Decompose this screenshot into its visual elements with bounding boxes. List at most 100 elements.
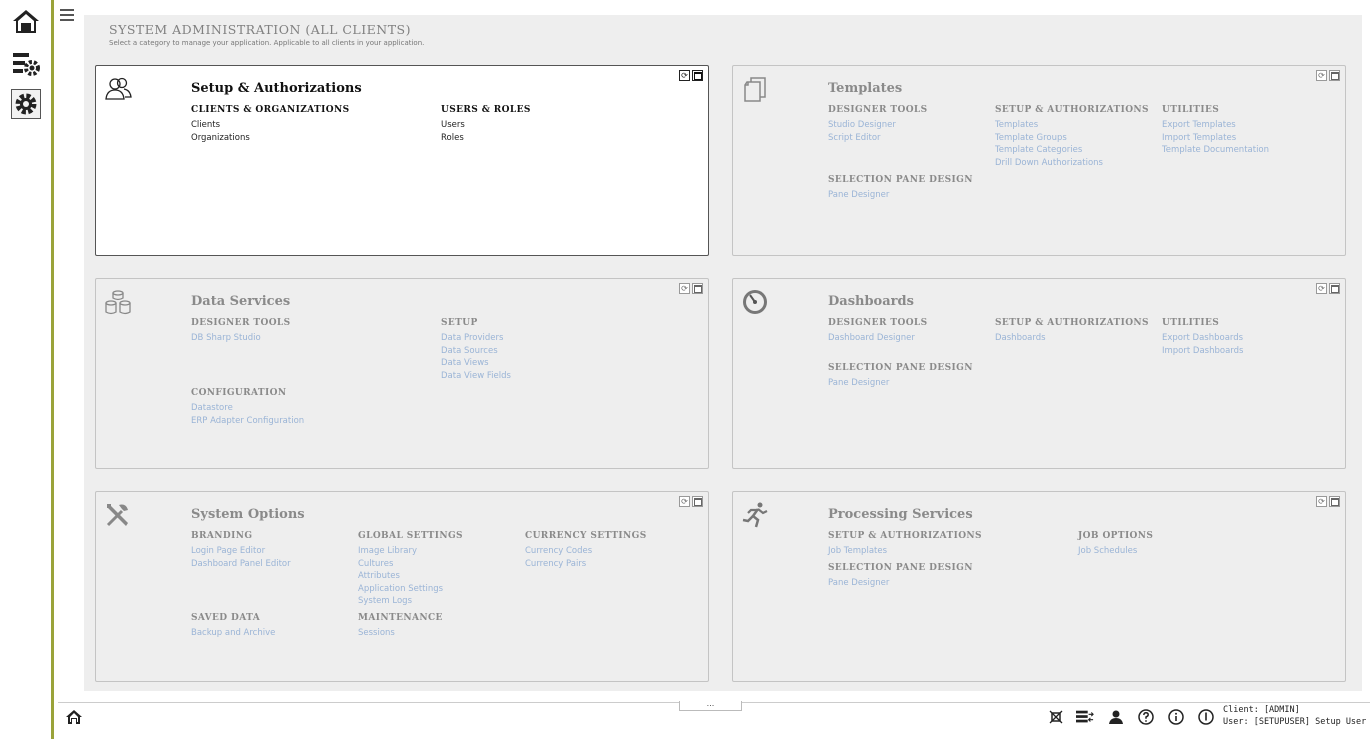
link-currency-codes[interactable]: Currency Codes — [525, 545, 647, 558]
client-label: Client: [ADMIN] — [1223, 705, 1300, 715]
home-icon[interactable] — [65, 709, 83, 725]
group-title: SETUP — [441, 318, 478, 328]
group-title: SETUP & AUTHORIZATIONS — [995, 105, 1149, 115]
link-import-templates[interactable]: Import Templates — [1162, 132, 1269, 145]
link-template-groups[interactable]: Template Groups — [995, 132, 1149, 145]
group-title: UTILITIES — [1162, 318, 1220, 328]
link-login-page-editor[interactable]: Login Page Editor — [191, 545, 291, 558]
menu-icon[interactable] — [60, 9, 74, 23]
gear-icon[interactable] — [11, 89, 41, 119]
link-drill-down-authorizations[interactable]: Drill Down Authorizations — [995, 157, 1149, 170]
link-template-documentation[interactable]: Template Documentation — [1162, 144, 1269, 157]
user-icon[interactable] — [1107, 709, 1125, 725]
help-icon[interactable] — [1137, 709, 1155, 725]
panel-system-options[interactable]: ⟳ System Options BRANDING Login Page Edi… — [95, 491, 709, 682]
group-title: SELECTION PANE DESIGN — [828, 175, 973, 185]
notification-icon[interactable] — [1047, 709, 1065, 725]
link-data-view-fields[interactable]: Data View Fields — [441, 370, 511, 383]
link-data-sources[interactable]: Data Sources — [441, 345, 511, 358]
refresh-icon[interactable]: ⟳ — [1316, 283, 1327, 294]
group-selection-pane-design: SELECTION PANE DESIGN Pane Designer — [828, 363, 973, 390]
link-pane-designer[interactable]: Pane Designer — [828, 189, 973, 202]
link-system-logs[interactable]: System Logs — [358, 595, 463, 608]
panel-title: Processing Services — [828, 507, 973, 522]
link-application-settings[interactable]: Application Settings — [358, 583, 463, 596]
link-erp-adapter-configuration[interactable]: ERP Adapter Configuration — [191, 415, 304, 428]
refresh-icon[interactable]: ⟳ — [679, 496, 690, 507]
link-pane-designer[interactable]: Pane Designer — [828, 377, 973, 390]
panel-processing-services[interactable]: ⟳ Processing Services SETUP & AUTHORIZAT… — [732, 491, 1346, 682]
link-job-schedules[interactable]: Job Schedules — [1078, 545, 1153, 558]
maximize-icon[interactable] — [692, 283, 703, 294]
link-clients[interactable]: Clients — [191, 119, 350, 132]
group-title: DESIGNER TOOLS — [191, 318, 291, 328]
database-icon — [105, 290, 131, 315]
link-db-sharp-studio[interactable]: DB Sharp Studio — [191, 332, 291, 345]
link-template-categories[interactable]: Template Categories — [995, 144, 1149, 157]
more-tab[interactable]: ... — [679, 700, 742, 711]
panel-title: Data Services — [191, 294, 291, 309]
settings-list-icon[interactable] — [9, 47, 43, 81]
group-global-settings: GLOBAL SETTINGS Image Library Cultures A… — [358, 531, 463, 608]
refresh-icon[interactable]: ⟳ — [1316, 70, 1327, 81]
group-utilities: UTILITIES Export Templates Import Templa… — [1162, 105, 1269, 157]
maximize-icon[interactable] — [1329, 496, 1340, 507]
link-users[interactable]: Users — [441, 119, 531, 132]
group-setup: SETUP Data Providers Data Sources Data V… — [441, 318, 511, 382]
group-currency-settings: CURRENCY SETTINGS Currency Codes Currenc… — [525, 531, 647, 570]
maximize-icon[interactable] — [692, 70, 703, 81]
link-backup-and-archive[interactable]: Backup and Archive — [191, 627, 275, 640]
group-title: SETUP & AUTHORIZATIONS — [995, 318, 1149, 328]
group-setup-authorizations: SETUP & AUTHORIZATIONS Job Templates — [828, 531, 982, 558]
maximize-icon[interactable] — [692, 496, 703, 507]
group-clients-organizations: CLIENTS & ORGANIZATIONS Clients Organiza… — [191, 105, 350, 144]
refresh-icon[interactable]: ⟳ — [679, 283, 690, 294]
link-export-templates[interactable]: Export Templates — [1162, 119, 1269, 132]
maximize-icon[interactable] — [1329, 70, 1340, 81]
link-studio-designer[interactable]: Studio Designer — [828, 119, 928, 132]
group-users-roles: USERS & ROLES Users Roles — [441, 105, 531, 144]
link-templates[interactable]: Templates — [995, 119, 1149, 132]
link-script-editor[interactable]: Script Editor — [828, 132, 928, 145]
link-data-views[interactable]: Data Views — [441, 357, 511, 370]
page-title: SYSTEM ADMINISTRATION (ALL CLIENTS) — [109, 22, 411, 37]
group-title: SELECTION PANE DESIGN — [828, 363, 973, 373]
link-dashboard-panel-editor[interactable]: Dashboard Panel Editor — [191, 558, 291, 571]
panel-templates[interactable]: ⟳ Templates DESIGNER TOOLS Studio Design… — [732, 65, 1346, 256]
panel-dashboards[interactable]: ⟳ Dashboards DESIGNER TOOLS Dashboard De… — [732, 278, 1346, 469]
refresh-icon[interactable]: ⟳ — [1316, 496, 1327, 507]
info-icon[interactable] — [1167, 709, 1185, 725]
documents-icon — [744, 77, 766, 102]
refresh-icon[interactable]: ⟳ — [679, 70, 690, 81]
link-import-dashboards[interactable]: Import Dashboards — [1162, 345, 1243, 358]
tools-icon — [106, 504, 128, 527]
link-roles[interactable]: Roles — [441, 132, 531, 145]
group-selection-pane-design: SELECTION PANE DESIGN Pane Designer — [828, 175, 973, 202]
group-setup-authorizations: SETUP & AUTHORIZATIONS Templates Templat… — [995, 105, 1149, 169]
link-dashboards[interactable]: Dashboards — [995, 332, 1149, 345]
link-cultures[interactable]: Cultures — [358, 558, 463, 571]
link-sessions[interactable]: Sessions — [358, 627, 443, 640]
group-utilities: UTILITIES Export Dashboards Import Dashb… — [1162, 318, 1243, 357]
link-organizations[interactable]: Organizations — [191, 132, 350, 145]
link-pane-designer[interactable]: Pane Designer — [828, 577, 973, 590]
group-title: JOB OPTIONS — [1078, 531, 1154, 541]
panel-data-services[interactable]: ⟳ Data Services DESIGNER TOOLS DB Sharp … — [95, 278, 709, 469]
link-data-providers[interactable]: Data Providers — [441, 332, 511, 345]
home-icon[interactable] — [9, 4, 43, 38]
group-title: SETUP & AUTHORIZATIONS — [828, 531, 982, 541]
task-list-icon[interactable] — [1076, 709, 1094, 725]
group-title: CLIENTS & ORGANIZATIONS — [191, 105, 350, 115]
link-job-templates[interactable]: Job Templates — [828, 545, 982, 558]
panel-setup-authorizations[interactable]: ⟳ Setup & Authorizations CLIENTS & ORGAN… — [95, 65, 709, 256]
group-branding: BRANDING Login Page Editor Dashboard Pan… — [191, 531, 291, 570]
link-attributes[interactable]: Attributes — [358, 570, 463, 583]
maximize-icon[interactable] — [1329, 283, 1340, 294]
link-dashboard-designer[interactable]: Dashboard Designer — [828, 332, 928, 345]
link-image-library[interactable]: Image Library — [358, 545, 463, 558]
link-datastore[interactable]: Datastore — [191, 402, 304, 415]
group-title: GLOBAL SETTINGS — [358, 531, 463, 541]
link-export-dashboards[interactable]: Export Dashboards — [1162, 332, 1243, 345]
link-currency-pairs[interactable]: Currency Pairs — [525, 558, 647, 571]
power-icon[interactable] — [1197, 709, 1215, 725]
